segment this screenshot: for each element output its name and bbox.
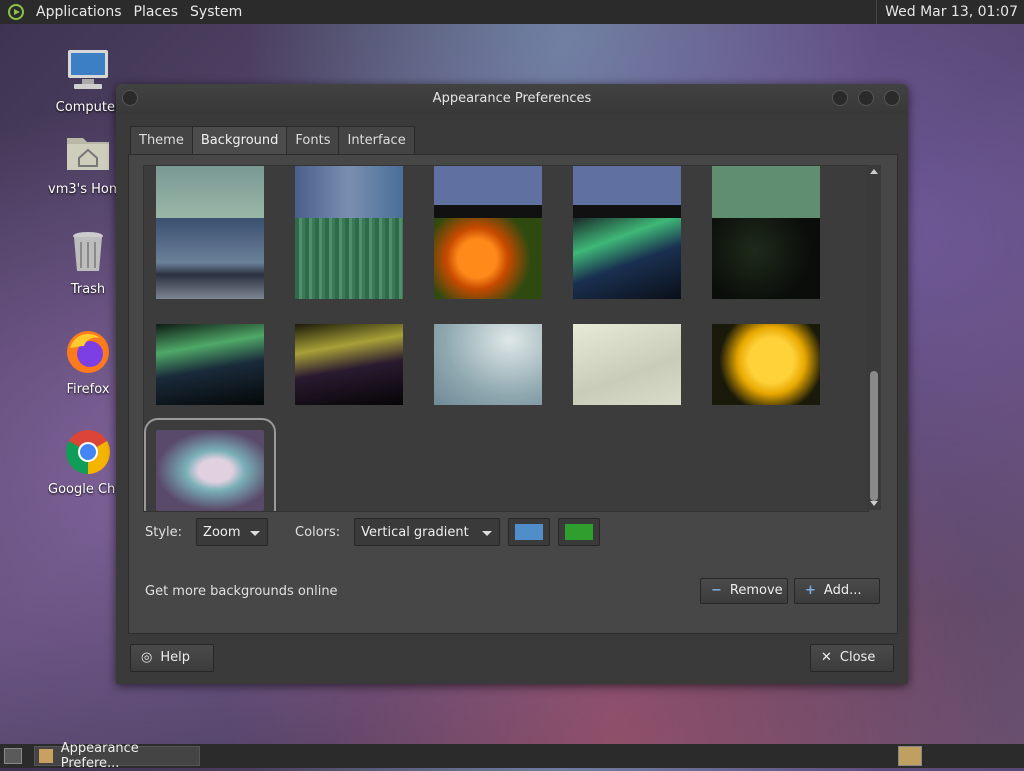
wallpaper-thumbnail[interactable] [434, 324, 542, 405]
tab-theme[interactable]: Theme [130, 126, 193, 155]
scroll-down-icon[interactable] [870, 501, 878, 506]
style-colors-row: Style: Zoom Colors: Vertical gradient [145, 518, 601, 546]
plus-icon: + [805, 583, 816, 598]
add-label: Add... [823, 583, 862, 598]
secondary-color-swatch [565, 524, 594, 540]
help-button[interactable]: ◎ Help [130, 644, 214, 672]
colors-value: Vertical gradient [361, 525, 469, 540]
style-dropdown[interactable]: Zoom [196, 518, 269, 546]
wallpaper-thumbnail[interactable] [156, 166, 264, 221]
places-menu[interactable]: Places [128, 4, 185, 20]
main-menu: Applications Places System [0, 4, 248, 20]
scroll-up-icon[interactable] [870, 169, 878, 174]
close-row: ✕ Close [810, 644, 894, 672]
window-close-button[interactable] [884, 90, 900, 106]
help-label: Help [160, 650, 190, 665]
chrome-icon [66, 430, 110, 474]
wallpaper-thumbnail[interactable] [295, 324, 403, 405]
get-more-backgrounds-link[interactable]: Get more backgrounds online [145, 584, 338, 599]
wallpaper-thumbnail[interactable] [295, 218, 403, 299]
tab-background[interactable]: Background [191, 126, 288, 155]
close-button[interactable]: ✕ Close [810, 644, 894, 672]
get-more-row: Get more backgrounds online [145, 584, 338, 599]
remove-button[interactable]: − Remove [700, 578, 788, 604]
workspace-switcher[interactable] [898, 746, 922, 766]
minimize-button[interactable] [832, 90, 848, 106]
clock[interactable]: Wed Mar 13, 01:07 [876, 0, 1018, 24]
maximize-button[interactable] [858, 90, 874, 106]
colors-dropdown[interactable]: Vertical gradient [354, 518, 501, 546]
close-icon: ✕ [821, 650, 832, 665]
scrollbar-thumb[interactable] [870, 371, 878, 501]
help-lifebuoy-icon: ◎ [141, 650, 153, 665]
style-value: Zoom [203, 525, 241, 540]
tab-fonts[interactable]: Fonts [286, 126, 340, 155]
wallpaper-thumbnail[interactable] [434, 166, 542, 221]
firefox-icon [67, 331, 109, 373]
show-desktop-icon[interactable] [4, 748, 22, 764]
colors-label: Colors: [295, 524, 341, 540]
tab-interface[interactable]: Interface [338, 126, 415, 155]
computer-icon [68, 50, 108, 89]
background-tab-panel: Style: Zoom Colors: Vertical gradient Ge… [128, 154, 898, 634]
system-menu[interactable]: System [184, 4, 248, 20]
mate-logo-icon[interactable] [8, 4, 24, 20]
style-label: Style: [145, 524, 183, 540]
appearance-preferences-window: Appearance Preferences Theme Background … [116, 84, 908, 684]
home-folder-icon [67, 138, 109, 170]
wallpaper-thumbnail[interactable] [573, 166, 681, 221]
trash-icon [73, 232, 103, 271]
add-button[interactable]: + Add... [794, 578, 880, 604]
secondary-color-button[interactable] [558, 518, 601, 546]
bottom-panel: Appearance Prefere... [0, 741, 1024, 771]
wallpaper-thumbnail[interactable] [573, 324, 681, 405]
primary-color-swatch [515, 524, 544, 540]
top-panel: Applications Places System Wed Mar 13, 0… [0, 0, 1024, 24]
window-title: Appearance Preferences [432, 91, 592, 106]
appearance-app-icon [39, 749, 53, 763]
chevron-down-icon [482, 531, 493, 536]
remove-add-row: − Remove + Add... [700, 578, 880, 604]
remove-label: Remove [729, 583, 783, 598]
wallpaper-scrollbar[interactable] [867, 165, 881, 510]
close-label: Close [839, 650, 876, 665]
applications-menu[interactable]: Applications [30, 4, 128, 20]
wallpaper-thumbnail[interactable] [434, 218, 542, 299]
primary-color-button[interactable] [508, 518, 551, 546]
wallpaper-thumbnail-selected[interactable] [144, 418, 276, 511]
wallpaper-thumbnail[interactable] [295, 166, 403, 221]
wallpaper-thumbnail[interactable] [573, 218, 681, 299]
taskbar-item-appearance[interactable]: Appearance Prefere... [34, 741, 200, 771]
wallpaper-thumbnail[interactable] [156, 324, 264, 405]
minus-icon: − [711, 583, 722, 598]
wallpaper-thumbnail[interactable] [156, 218, 264, 299]
wallpaper-thumbnail[interactable] [712, 324, 820, 405]
wallpaper-thumbnail[interactable] [712, 218, 820, 299]
chevron-down-icon [250, 531, 261, 536]
wallpaper-thumbnail[interactable] [712, 166, 820, 221]
help-row: ◎ Help [130, 644, 214, 672]
tab-bar: Theme Background Fonts Interface [130, 126, 415, 155]
window-titlebar[interactable]: Appearance Preferences [116, 84, 908, 114]
taskbar-item-label: Appearance Prefere... [60, 741, 139, 771]
wallpaper-grid[interactable] [143, 165, 869, 512]
